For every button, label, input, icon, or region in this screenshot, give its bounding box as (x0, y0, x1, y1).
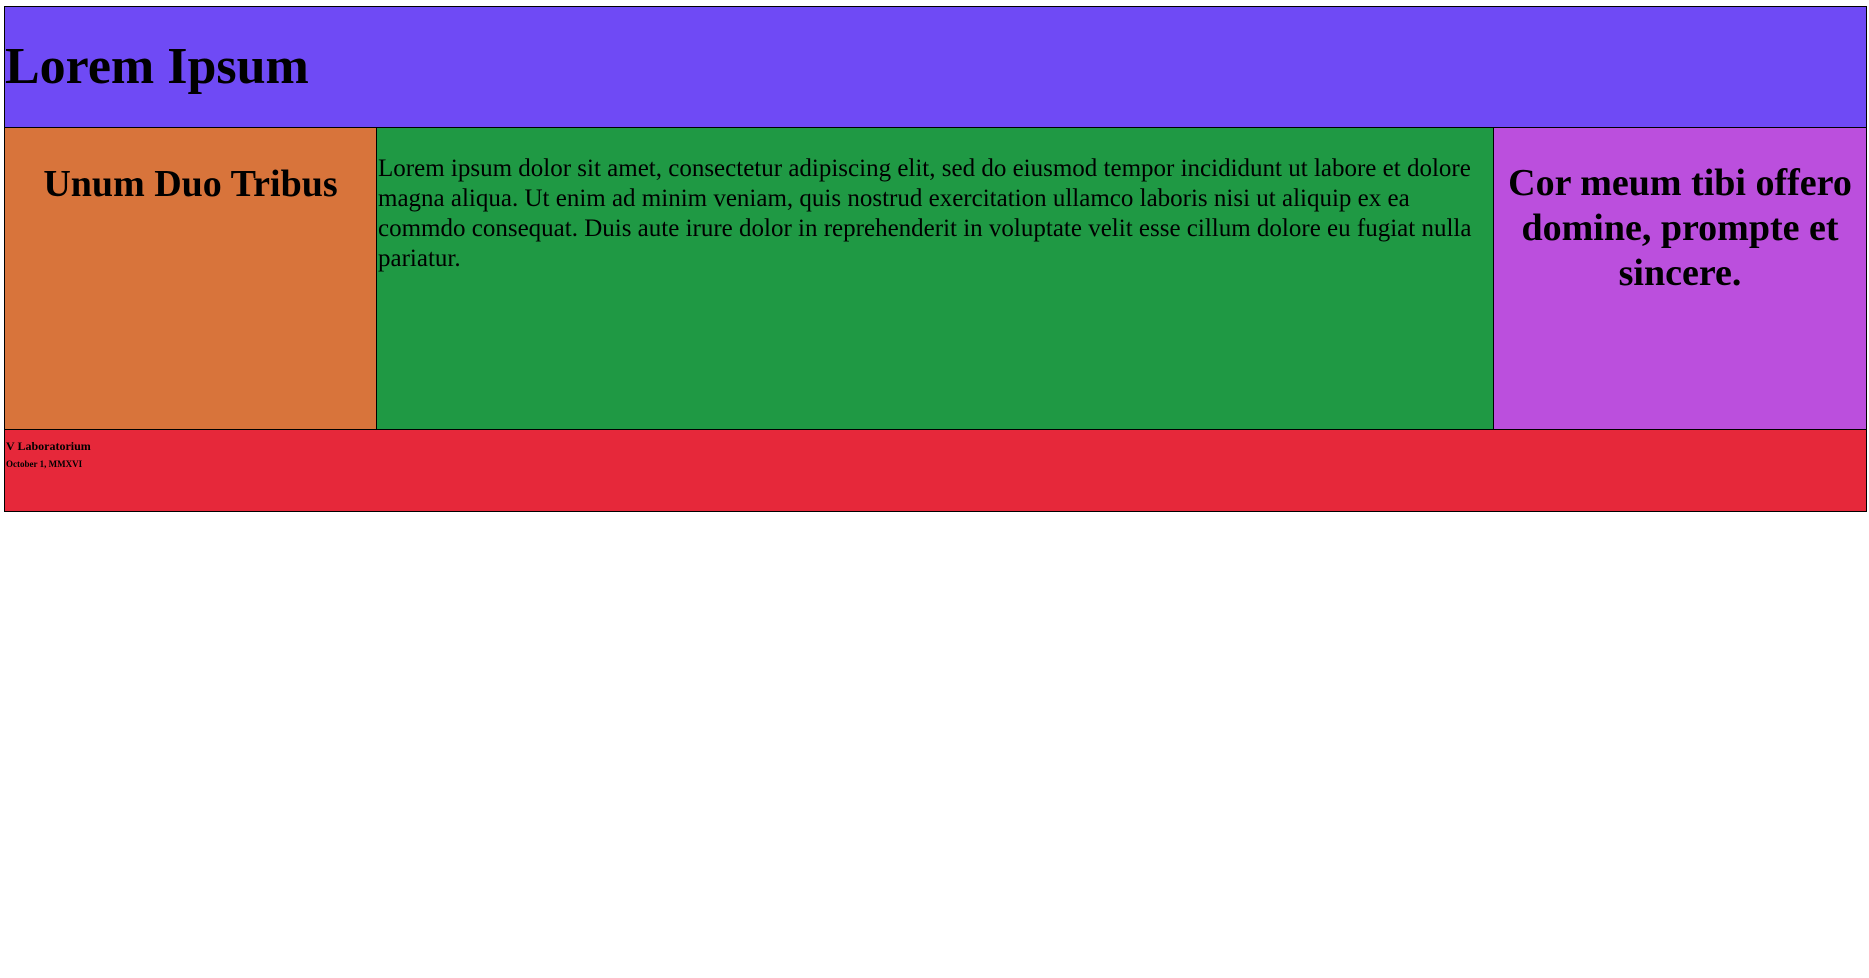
right-column: Cor meum tibi offero domine, prompte et … (1494, 128, 1867, 430)
page-footer: V Laboratorium October 1, MMXVI (4, 430, 1867, 512)
body-paragraph: Lorem ipsum dolor sit amet, consectetur … (378, 155, 1472, 272)
left-heading: Unum Duo Tribus (43, 163, 338, 205)
footer-name: V Laboratorium (6, 439, 91, 453)
page-title: Lorem Ipsum (5, 38, 309, 95)
left-column: Unum Duo Tribus (4, 128, 377, 430)
content-row: Unum Duo Tribus Lorem ipsum dolor sit am… (4, 128, 1867, 430)
center-column: Lorem ipsum dolor sit amet, consectetur … (377, 128, 1494, 430)
page-header: Lorem Ipsum (4, 6, 1867, 128)
footer-date: October 1, MMXVI (6, 459, 83, 469)
page-frame: Lorem Ipsum Unum Duo Tribus Lorem ipsum … (4, 6, 1867, 512)
right-heading: Cor meum tibi offero domine, prompte et … (1508, 162, 1852, 294)
